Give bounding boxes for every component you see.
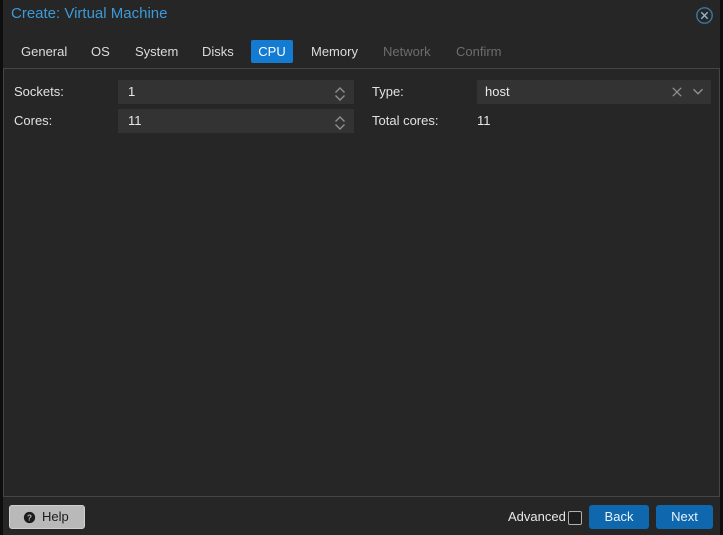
svg-text:?: ? — [27, 514, 32, 523]
